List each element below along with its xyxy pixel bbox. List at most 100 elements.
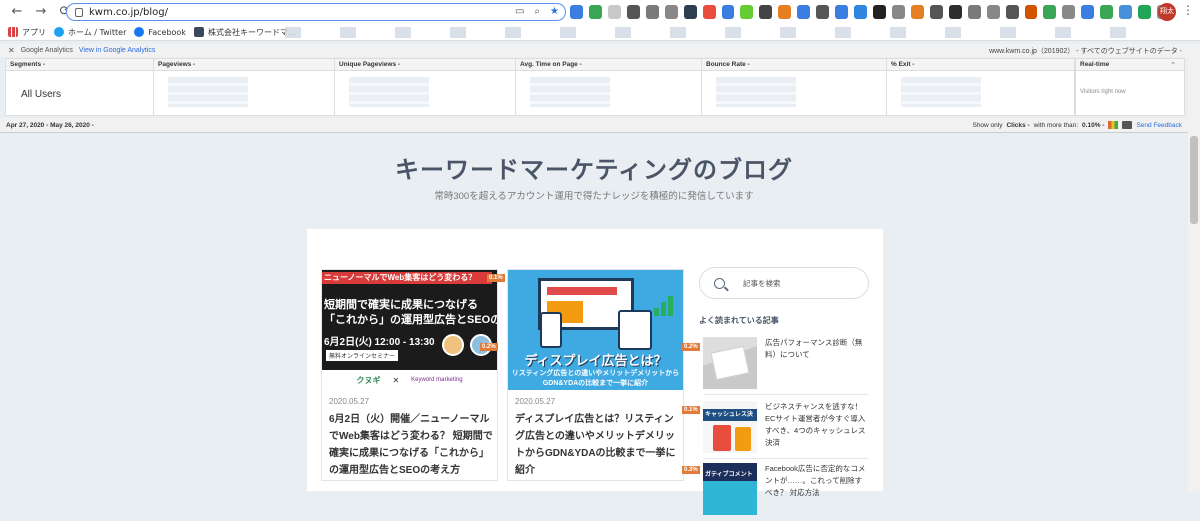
extension-icon[interactable] (1024, 5, 1038, 19)
blurred-bookmark[interactable] (725, 27, 741, 38)
color-scale-icon[interactable] (1108, 121, 1119, 129)
ga-col-header[interactable]: Unique Pageviews - (335, 59, 515, 71)
cast-icon[interactable]: ▭ (515, 6, 524, 17)
view-in-ga-link[interactable]: View in Google Analytics (79, 47, 156, 54)
send-feedback-link[interactable]: Send Feedback (1136, 122, 1182, 129)
extension-icon[interactable] (948, 5, 962, 19)
popular-article-thumbnail[interactable]: キャッシュレス決 (703, 401, 757, 453)
blurred-bookmark[interactable] (340, 27, 356, 38)
extension-icon[interactable] (1138, 5, 1152, 19)
bookmark-twitter[interactable]: ホーム / Twitter (54, 27, 126, 38)
realtime-subtext: Visitors right now (1080, 89, 1126, 95)
extension-icon[interactable] (891, 5, 905, 19)
blurred-bookmark[interactable] (450, 27, 466, 38)
blurred-bookmark[interactable] (1055, 27, 1071, 38)
extension-icon[interactable] (664, 5, 678, 19)
forward-icon[interactable]: → (34, 5, 48, 19)
threshold-dropdown[interactable]: 0.10% - (1082, 122, 1104, 129)
extension-icon[interactable] (778, 5, 792, 19)
ga-col-header[interactable]: Avg. Time on Page - (516, 59, 701, 71)
extension-icon[interactable] (797, 5, 811, 19)
bookmark-company[interactable]: 株式会社キーワードマ... (193, 27, 296, 38)
collapse-icon[interactable]: ⌃ (1170, 61, 1176, 69)
article-thumbnail[interactable]: ディスプレイ広告とは？ リスティング広告との違いやメリットデメリットから GDN… (508, 270, 683, 390)
extension-icon[interactable] (740, 5, 754, 19)
zoom-icon[interactable]: ⌕ (534, 6, 540, 17)
chat-icon[interactable] (1122, 121, 1133, 129)
extension-icon[interactable] (683, 5, 697, 19)
ga-metrics-table: Segments - All Users Pageviews - Unique … (5, 58, 1075, 116)
blurred-bookmark[interactable] (615, 27, 631, 38)
blurred-bookmark[interactable] (560, 27, 576, 38)
clicks-dropdown[interactable]: Clicks - (1006, 122, 1029, 129)
bookmark-apps[interactable]: アプリ (8, 27, 46, 38)
extension-icon[interactable] (1043, 5, 1057, 19)
extension-icon[interactable] (1005, 5, 1019, 19)
search-placeholder[interactable]: 記事を検索 (743, 278, 781, 289)
blurred-bookmark[interactable] (285, 27, 301, 38)
scrollbar-thumb[interactable] (1190, 136, 1198, 224)
profile-avatar[interactable]: 翔太 (1158, 3, 1176, 21)
blurred-bookmark[interactable] (945, 27, 961, 38)
extension-icon[interactable] (910, 5, 924, 19)
back-icon[interactable]: ← (10, 5, 24, 19)
extension-icon[interactable] (588, 5, 602, 19)
blurred-bookmark[interactable] (890, 27, 906, 38)
article-card[interactable]: ニューノーマルでWeb集客はどう変わる？ 短期間で確実に成果につなげる 「これか… (321, 269, 505, 481)
extension-icon[interactable] (967, 5, 981, 19)
extension-icon[interactable] (721, 5, 735, 19)
article-card[interactable]: ディスプレイ広告とは？ リスティング広告との違いやメリットデメリットから GDN… (480, 269, 700, 481)
search-box[interactable]: 記事を検索 (699, 267, 869, 299)
ga-col-header[interactable]: % Exit - (887, 59, 1074, 71)
ga-col-header[interactable]: Bounce Rate - (702, 59, 886, 71)
ga-col-header[interactable]: Segments - (6, 59, 153, 71)
blurred-bookmark[interactable] (1000, 27, 1016, 38)
article-title[interactable]: 6月2日（火）開催／ニューノーマルでWeb集客はどう変わる？ 短期間で確実に成果… (329, 411, 493, 479)
extension-icon[interactable] (1062, 5, 1076, 19)
bookmark-company-label: 株式会社キーワードマ... (207, 27, 296, 37)
blurred-bookmark[interactable] (1110, 27, 1126, 38)
date-range-selector[interactable]: Apr 27, 2020 - May 26, 2020 - (6, 122, 94, 129)
page-scrollbar[interactable] (1188, 44, 1200, 491)
ga-property-selector[interactable]: www.kwm.co.jp（201902） - すべてのウェブサイトのデータ - (989, 46, 1182, 56)
blurred-bookmark[interactable] (835, 27, 851, 38)
extension-icon[interactable] (607, 5, 621, 19)
extension-icon[interactable] (1100, 5, 1114, 19)
popular-article-thumbnail[interactable] (703, 337, 757, 389)
popular-article-title[interactable]: 広告パフォーマンス診断（無料）について (765, 337, 869, 361)
url-text[interactable]: kwm.co.jp/blog/ (89, 7, 168, 18)
extension-icon[interactable] (759, 5, 773, 19)
thumb-caption: ガティブコメント (705, 472, 753, 478)
extension-icon[interactable] (645, 5, 659, 19)
bookmark-facebook[interactable]: Facebook (134, 27, 186, 37)
popular-article-item[interactable]: キャッシュレス決 ビジネスチャンスを逃すな！ECサイト運営者が今すぐ導入すべき、… (703, 397, 869, 459)
ga-col-header[interactable]: Pageviews - (154, 59, 334, 71)
extension-icon[interactable] (835, 5, 849, 19)
blurred-bookmark[interactable] (670, 27, 686, 38)
extension-icon[interactable] (702, 5, 716, 19)
extension-icon[interactable] (873, 5, 886, 19)
extension-icon[interactable] (1119, 5, 1133, 19)
extension-icon[interactable] (929, 5, 943, 19)
address-bar[interactable]: kwm.co.jp/blog/ ▭ ⌕ ★ (66, 3, 566, 21)
extension-icon[interactable] (1081, 5, 1095, 19)
extension-icon[interactable] (854, 5, 867, 19)
extension-icon[interactable] (986, 5, 1000, 19)
popular-article-thumbnail[interactable]: ガティブコメント (703, 463, 757, 515)
blurred-bookmark[interactable] (395, 27, 411, 38)
popular-article-title[interactable]: ビジネスチャンスを逃すな！ECサイト運営者が今すぐ導入すべき、4つのキャッシュレ… (765, 401, 869, 449)
blurred-bookmark[interactable] (780, 27, 796, 38)
browser-menu-icon[interactable]: ⋮ (1182, 3, 1194, 17)
extension-icon[interactable] (570, 5, 583, 19)
popular-article-item[interactable]: 広告パフォーマンス診断（無料）について (703, 333, 869, 395)
popular-article-item[interactable]: ガティブコメント Facebook広告に否定的なコメントが……。これって削除すべ… (703, 459, 869, 521)
close-icon[interactable]: ✕ (8, 46, 15, 55)
blurred-bookmark[interactable] (505, 27, 521, 38)
ga-col-avg-time: Avg. Time on Page - (516, 59, 702, 115)
popular-article-title[interactable]: Facebook広告に否定的なコメントが……。これって削除すべき？ 対応方法 (765, 463, 869, 499)
extension-icon[interactable] (626, 5, 640, 19)
extension-icon[interactable] (816, 5, 830, 19)
article-title[interactable]: ディスプレイ広告とは？リスティング広告との違いやメリットデメリットからGDN&Y… (515, 411, 679, 479)
article-thumbnail[interactable]: ニューノーマルでWeb集客はどう変わる？ 短期間で確実に成果につなげる 「これか… (322, 270, 497, 390)
bookmark-star-icon[interactable]: ★ (550, 6, 559, 17)
